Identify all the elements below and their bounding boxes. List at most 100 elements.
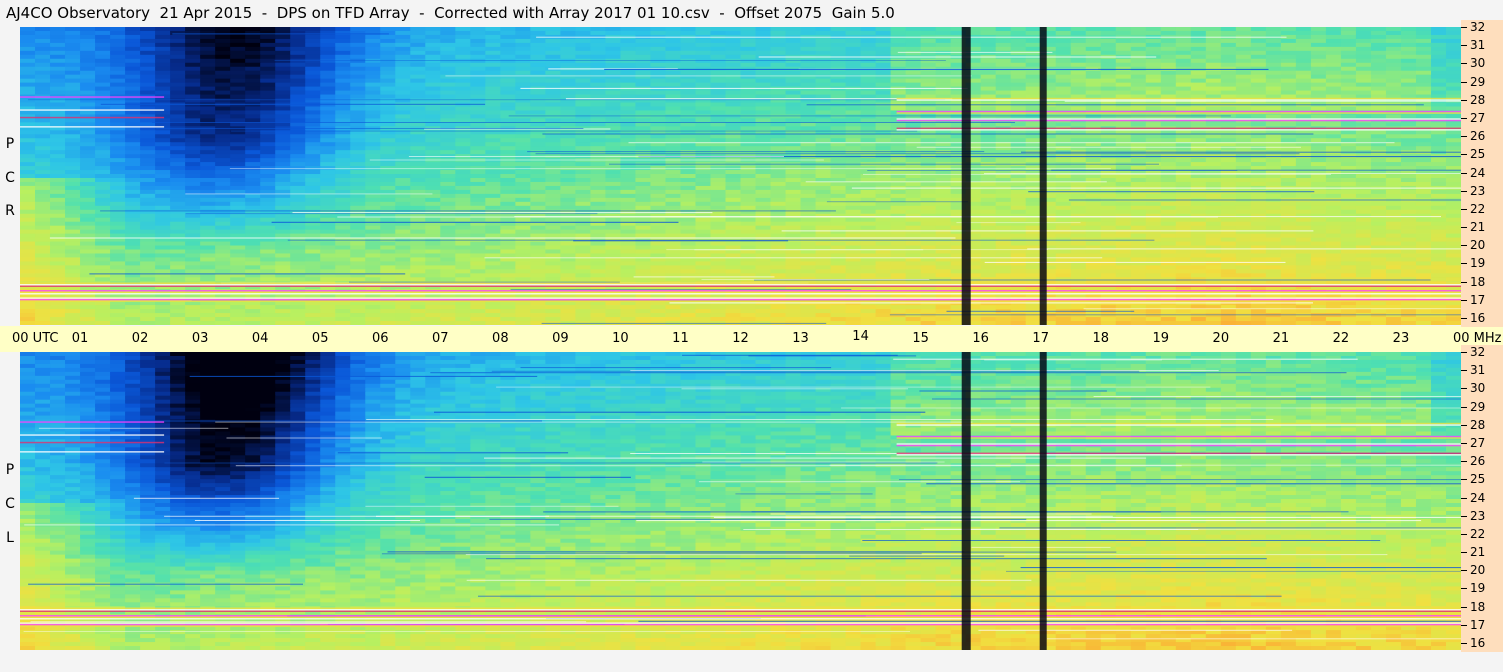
spectrogram-cell [455, 58, 471, 64]
spectrogram-cell [575, 58, 591, 64]
spectrogram-cell [515, 70, 531, 76]
spectrogram-cell [215, 213, 231, 219]
spectrogram-cell [1340, 205, 1357, 211]
spectrogram-cell [485, 42, 501, 48]
spectrogram-cell [275, 50, 291, 56]
spectrogram-cell [740, 62, 757, 68]
spectrogram-cell [455, 170, 471, 175]
spectrogram-cell [770, 229, 787, 235]
spectrogram-cell [1010, 181, 1027, 187]
spectrogram-cell [215, 150, 231, 155]
spectrogram-cell [740, 229, 757, 235]
spectrogram-cell [1115, 225, 1132, 231]
spectrogram-cell [815, 42, 832, 48]
spectrogram-cell [1115, 30, 1132, 36]
spectrogram-cell [530, 110, 546, 116]
spectrogram-cell [1385, 130, 1402, 135]
spectrogram-cell [170, 162, 186, 167]
spectrogram-cell [725, 78, 742, 84]
spectrogram-cell [515, 27, 531, 32]
spectrogram-cell [725, 114, 742, 119]
spectrogram-cell [860, 126, 877, 131]
spectrogram-cell [455, 27, 471, 32]
spectrogram-cell [1325, 114, 1342, 119]
spectrogram-cell [575, 102, 591, 108]
spectrogram-cell [1160, 209, 1177, 215]
spectrogram-cell [695, 213, 712, 219]
spectrogram-cell [920, 38, 937, 44]
spectrogram-cell [980, 213, 997, 219]
spectrogram-cell [500, 189, 516, 195]
spectrogram-cell [215, 181, 231, 187]
spectrogram-cell [215, 130, 231, 135]
spectrogram-cell [470, 189, 486, 195]
spectrogram-cell [935, 106, 952, 112]
spectrogram-cell [800, 170, 817, 175]
spectrogram-cell [770, 38, 787, 44]
spectrogram-cell [245, 185, 261, 191]
spectrogram-cell [1265, 58, 1282, 64]
spectrogram-cell [110, 193, 126, 199]
spectrogram-cell [230, 205, 246, 211]
spectrogram-cell [95, 181, 111, 187]
spectrogram-cell [1130, 90, 1147, 96]
spectrogram-cell [1430, 209, 1447, 215]
spectrogram-cell [20, 201, 36, 207]
spectrogram-cell [50, 158, 66, 163]
spectrogram-cell [665, 201, 682, 207]
spectrogram-cell [1130, 134, 1147, 139]
spectrogram-cell [515, 217, 531, 223]
spectrogram-cell [905, 82, 922, 88]
spectrogram-cell [1205, 74, 1222, 80]
spectrogram-cell [470, 185, 486, 191]
spectrogram-cell [380, 213, 396, 219]
spectrogram-cell [125, 58, 141, 64]
spectrogram-cell [215, 90, 231, 96]
spectrogram-cell [470, 50, 486, 56]
spectrogram-cell [920, 122, 937, 127]
spectrogram-cell [305, 158, 321, 163]
spectrogram-cell [1295, 50, 1312, 56]
spectrogram-cell [245, 30, 261, 36]
spectrogram-cell [755, 46, 772, 52]
spectrogram-cell [380, 162, 396, 167]
spectrogram-cell [1325, 42, 1342, 48]
spectrogram-cell [35, 209, 51, 215]
spectrogram-cell [695, 110, 712, 116]
spectrogram-cell [1070, 62, 1087, 68]
spectrogram-cell [1430, 130, 1447, 135]
spectrogram-cell [590, 134, 607, 139]
spectrogram-cell [185, 82, 201, 88]
spectrogram-cell [815, 30, 832, 36]
spectrogram-cell [1415, 201, 1432, 207]
spectrogram-cell [1445, 86, 1461, 92]
spectrogram-cell [1415, 130, 1432, 135]
spectrogram-cell [710, 110, 727, 116]
spectrogram-cell [890, 146, 907, 151]
spectrogram-cell [1385, 66, 1402, 72]
spectrogram-cell [785, 30, 802, 36]
spectrogram-cell [860, 114, 877, 119]
spectrogram-cell [815, 27, 832, 32]
spectrogram-cell [410, 54, 426, 60]
spectrogram-cell [350, 177, 366, 183]
spectrogram-cell [665, 174, 682, 179]
spectrogram-cell [1130, 82, 1147, 88]
spectrogram-cell [20, 146, 36, 151]
spectrogram-cell [1235, 58, 1252, 64]
spectrogram-cell [1160, 38, 1177, 44]
spectrogram-cell [815, 78, 832, 84]
spectrogram-cell [200, 138, 216, 143]
spectrogram-cell [95, 118, 111, 123]
spectrogram-cell [815, 205, 832, 211]
spectrogram-cell [845, 181, 862, 187]
spectrogram-cell [755, 70, 772, 76]
spectrogram-cell [1085, 209, 1102, 215]
spectrogram-cell [845, 110, 862, 116]
spectrogram-cell [95, 189, 111, 195]
spectrogram-cell [770, 58, 787, 64]
spectrogram-cell [1400, 209, 1417, 215]
spectrogram-cell [575, 42, 591, 48]
spectrogram-cell [830, 82, 847, 88]
spectrogram-cell [1265, 38, 1282, 44]
